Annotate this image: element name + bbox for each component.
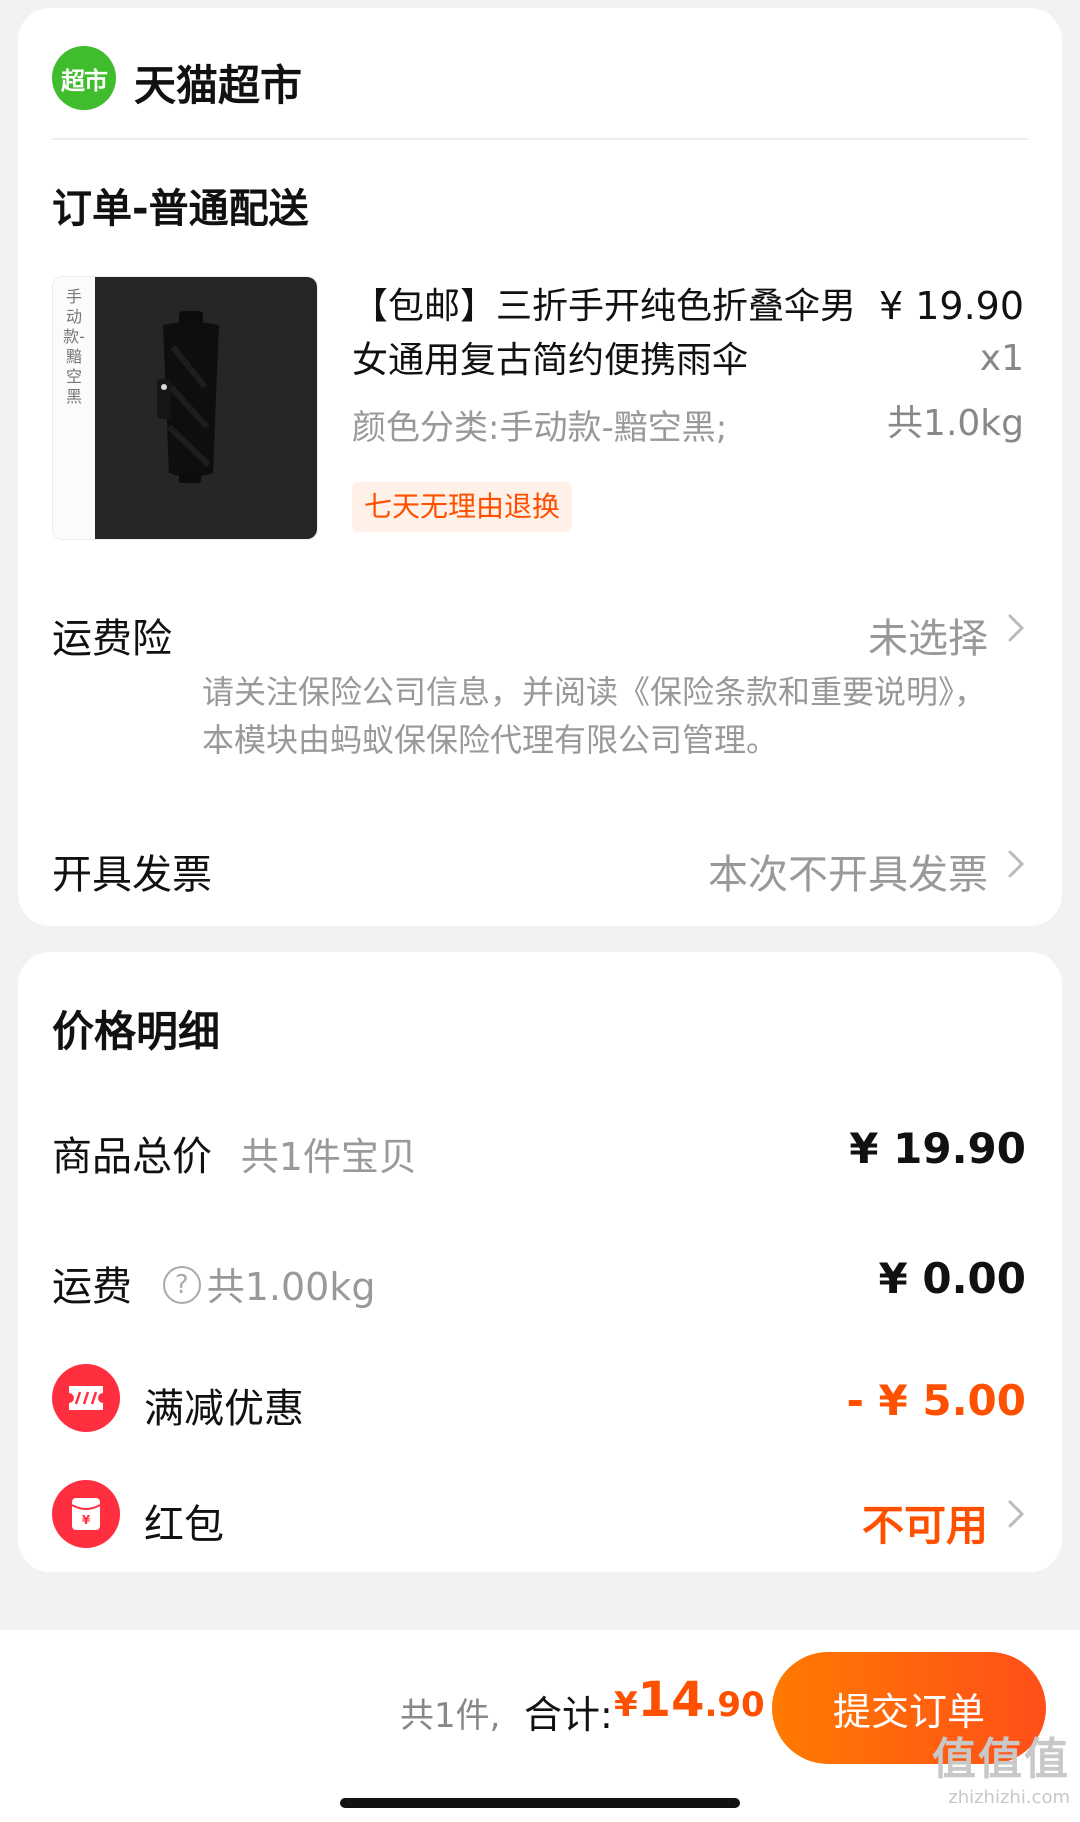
product-image-side-strip: 手动款-黯空黑: [53, 277, 95, 539]
watermark: 值值值 zhizhizhi.com: [932, 1723, 1070, 1808]
discount-label: 满减优惠: [144, 1386, 304, 1432]
total-amount: ¥14.90: [614, 1672, 765, 1728]
watermark-url: zhizhizhi.com: [948, 1787, 1070, 1808]
product-sku: 颜色分类:手动款-黯空黑;: [352, 408, 728, 448]
home-indicator[interactable]: [340, 1798, 740, 1808]
shipping-weight: 共1.00kg: [206, 1265, 376, 1309]
total-label: 合计:: [524, 1693, 613, 1737]
store-name[interactable]: 天猫超市: [134, 52, 302, 113]
total-currency: ¥: [614, 1685, 638, 1725]
shipping-insurance-label: 运费险: [52, 616, 172, 662]
product-title[interactable]: 【包邮】三折手开纯色折叠伞男女通用复古简约便携雨伞: [352, 280, 882, 388]
total-integer: 14: [637, 1672, 705, 1728]
umbrella-icon: [157, 311, 219, 483]
divider: [52, 138, 1028, 140]
price-detail-title: 价格明细: [52, 1007, 221, 1056]
product-price: ¥ 19.90: [878, 284, 1024, 328]
return-policy-tag: 七天无理由退换: [352, 482, 573, 532]
invoice-label: 开具发票: [52, 852, 212, 898]
red-packet-label: 红包: [144, 1502, 224, 1548]
goods-total-value: ¥ 19.90: [849, 1124, 1026, 1173]
shipping-fee-label: 运费: [52, 1264, 132, 1310]
product-image-side-text: 手动款-黯空黑: [63, 287, 85, 406]
product-image[interactable]: 手动款-黯空黑: [52, 276, 318, 540]
shipping-fee-row: 运费 ? 共1.00kg: [52, 1254, 375, 1312]
help-icon[interactable]: ?: [162, 1266, 201, 1304]
discount-value: - ¥ 5.00: [846, 1376, 1026, 1425]
chevron-right-icon[interactable]: [1000, 844, 1032, 884]
item-count: 共1件,: [400, 1696, 501, 1736]
total-decimal: .90: [704, 1685, 765, 1725]
chevron-right-icon[interactable]: [1000, 608, 1032, 648]
tmall-supermarket-logo: 超市: [52, 46, 116, 110]
watermark-logo-text: 值值值: [932, 1734, 1070, 1785]
order-card: 超市 天猫超市 订单-普通配送 手动款-黯空黑 【包邮】三折手开纯色折叠伞男女通…: [18, 8, 1062, 926]
red-packet-value[interactable]: 不可用: [862, 1492, 988, 1553]
red-packet-icon: ¥: [52, 1480, 120, 1548]
goods-total-count: 共1件宝贝: [240, 1135, 417, 1179]
umbrella-photo: [95, 277, 317, 539]
svg-text:¥: ¥: [82, 1513, 91, 1527]
product-weight: 共1.0kg: [887, 403, 1024, 444]
goods-total-label: 商品总价: [52, 1134, 212, 1180]
shipping-insurance-value[interactable]: 未选择: [868, 606, 988, 664]
goods-total-row: 商品总价 共1件宝贝: [52, 1124, 417, 1182]
product-quantity: x1: [979, 338, 1024, 379]
submit-bar: 共1件, 合计: ¥14.90 提交订单 值值值 zhizhizhi.com: [0, 1630, 1080, 1822]
order-delivery-title: 订单-普通配送: [52, 186, 309, 232]
price-detail-card: 价格明细 商品总价 共1件宝贝 ¥ 19.90 运费 ? 共1.00kg ¥ 0.…: [18, 952, 1062, 1572]
shipping-fee-value: ¥ 0.00: [878, 1254, 1026, 1303]
insurance-note: 请关注保险公司信息，并阅读《保险条款和重要说明》，本模块由蚂蚁保保险代理有限公司…: [202, 673, 987, 759]
discount-ticket-icon: [52, 1364, 120, 1432]
chevron-right-icon[interactable]: [1000, 1494, 1032, 1534]
invoice-value[interactable]: 本次不开具发票: [708, 842, 988, 900]
